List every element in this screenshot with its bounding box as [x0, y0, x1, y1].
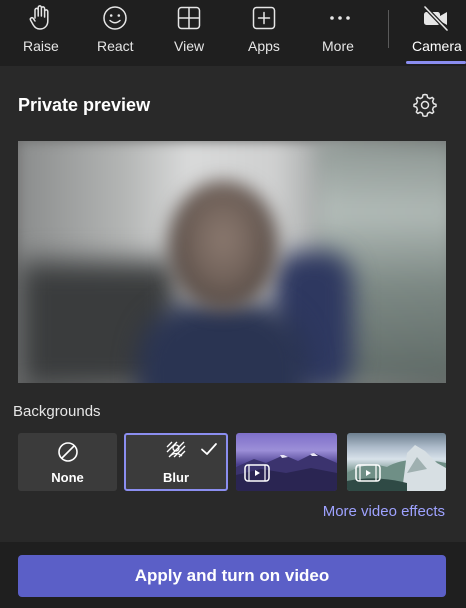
grid-view-icon: [177, 6, 201, 30]
video-background-icon: [355, 464, 381, 482]
video-background-icon: [244, 464, 270, 482]
raise-hand-button[interactable]: Raise: [15, 0, 65, 62]
camera-off-icon: [423, 5, 449, 32]
active-tab-indicator: [406, 61, 466, 64]
blur-icon: [166, 441, 186, 458]
more-label: More: [322, 38, 354, 54]
smiley-icon: [103, 6, 127, 30]
background-option-winter[interactable]: [347, 433, 446, 491]
raise-label: Raise: [23, 38, 59, 54]
apply-and-turn-on-video-button[interactable]: Apply and turn on video: [18, 555, 446, 597]
more-video-effects-link[interactable]: More video effects: [323, 503, 445, 520]
background-option-label: Blur: [163, 470, 189, 485]
react-button[interactable]: React: [95, 0, 135, 62]
checkmark-icon: [201, 443, 217, 455]
camera-button[interactable]: Camera: [406, 0, 466, 62]
react-label: React: [97, 38, 134, 54]
more-button[interactable]: More: [320, 0, 360, 62]
camera-label: Camera: [412, 38, 462, 54]
background-option-none[interactable]: None: [18, 433, 117, 491]
add-app-icon: [252, 6, 276, 30]
view-button[interactable]: View: [170, 0, 210, 62]
hand-icon: [29, 5, 49, 30]
apps-button[interactable]: Apps: [245, 0, 285, 62]
meeting-toolbar: Raise React View Apps More Camera: [0, 0, 466, 66]
more-dots-icon: [330, 16, 350, 20]
background-option-mountains[interactable]: [236, 433, 337, 491]
view-label: View: [174, 38, 205, 54]
apps-label: Apps: [248, 38, 280, 54]
backgrounds-label: Backgrounds: [13, 403, 101, 420]
background-option-label: None: [51, 470, 84, 485]
camera-preview: [18, 141, 446, 383]
panel-title: Private preview: [18, 95, 151, 115]
no-symbol-icon: [57, 442, 78, 462]
gear-icon[interactable]: [412, 92, 438, 118]
toolbar-divider: [388, 10, 389, 48]
background-option-blur[interactable]: Blur: [124, 433, 228, 491]
